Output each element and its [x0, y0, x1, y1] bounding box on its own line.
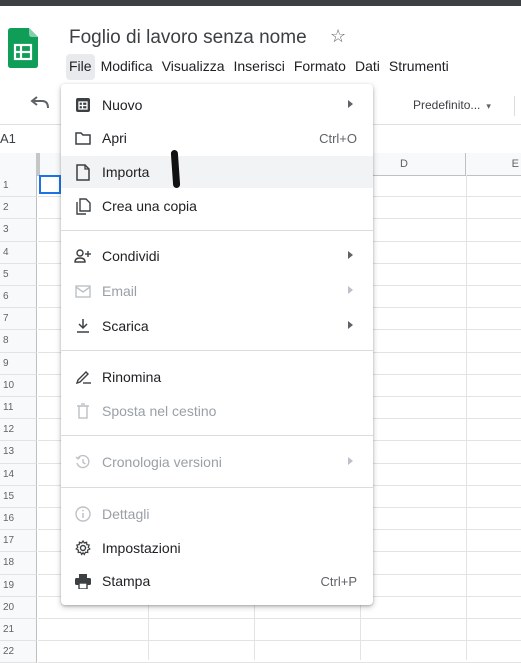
submenu-arrow-icon — [348, 457, 353, 465]
row-header[interactable]: 20 — [0, 596, 37, 619]
menu-item-stampa[interactable]: Stampa Ctrl+P — [61, 565, 373, 597]
menu-separator — [61, 435, 373, 436]
star-icon[interactable]: ☆ — [330, 26, 346, 47]
menu-item-sposta-nel-cestino[interactable]: Sposta nel cestino — [61, 395, 373, 427]
menu-modifica[interactable]: Modifica — [98, 54, 156, 80]
row-header[interactable]: 9 — [0, 352, 37, 375]
menu-item-condividi[interactable]: Condividi — [61, 240, 373, 272]
window-top-border — [0, 0, 521, 6]
menu-item-label: Dettagli — [102, 506, 150, 522]
chevron-down-icon: ▾ — [486, 101, 491, 111]
row-header[interactable]: 3 — [0, 219, 37, 242]
menu-item-nuovo[interactable]: Nuovo — [61, 89, 373, 121]
file-menu-dropdown: Nuovo Apri Ctrl+O Importa Crea una copia… — [61, 84, 373, 605]
row-header[interactable]: 15 — [0, 485, 37, 508]
submenu-arrow-icon — [348, 100, 353, 108]
menu-item-crea-una-copia[interactable]: Crea una copia — [61, 190, 373, 222]
row-header[interactable]: 19 — [0, 574, 37, 597]
row-header[interactable]: 1 — [0, 175, 37, 198]
menu-inserisci[interactable]: Inserisci — [230, 54, 287, 80]
row-header[interactable]: 13 — [0, 441, 37, 464]
row-header[interactable]: 5 — [0, 263, 37, 286]
menu-strumenti[interactable]: Strumenti — [386, 54, 452, 80]
submenu-arrow-icon — [348, 321, 353, 329]
font-select-value: Predefinito... — [413, 98, 481, 112]
copy-icon — [74, 197, 92, 215]
menu-separator — [61, 487, 373, 488]
folder-icon — [74, 129, 92, 147]
row-header[interactable]: 16 — [0, 508, 37, 531]
rename-icon — [74, 368, 92, 386]
column-header-d[interactable]: D — [360, 153, 466, 175]
menu-item-dettagli[interactable]: Dettagli — [61, 498, 373, 530]
row-header[interactable]: 11 — [0, 397, 37, 420]
email-icon — [74, 282, 92, 300]
menu-item-label: Stampa — [102, 573, 151, 589]
menu-item-cronologia-versioni[interactable]: Cronologia versioni — [61, 446, 373, 478]
download-icon — [74, 317, 92, 335]
submenu-arrow-icon — [348, 286, 353, 294]
toolbar-divider — [514, 96, 515, 116]
menu-item-label: Impostazioni — [102, 540, 181, 556]
share-person-icon — [74, 247, 92, 265]
font-select[interactable]: Predefinito... ▾ — [413, 98, 491, 112]
menu-dati[interactable]: Dati — [352, 54, 383, 80]
menu-item-impostazioni[interactable]: Impostazioni — [61, 532, 373, 564]
row-header[interactable]: 10 — [0, 374, 37, 397]
menu-separator — [61, 230, 373, 231]
menu-item-label: Condividi — [102, 248, 160, 264]
row-header[interactable]: 6 — [0, 286, 37, 309]
selected-cell-a1[interactable] — [39, 175, 61, 194]
menu-item-scarica[interactable]: Scarica — [61, 310, 373, 342]
history-icon — [74, 453, 92, 471]
file-icon — [74, 163, 92, 181]
menu-item-apri[interactable]: Apri Ctrl+O — [61, 122, 373, 154]
menu-item-label: Scarica — [102, 318, 149, 334]
trash-icon — [74, 402, 92, 420]
menu-item-label: Sposta nel cestino — [102, 403, 217, 419]
column-header-e[interactable]: E — [466, 153, 521, 175]
menu-visualizza[interactable]: Visualizza — [159, 54, 228, 80]
menu-formato[interactable]: Formato — [291, 54, 349, 80]
menu-item-importa[interactable]: Importa — [61, 156, 373, 188]
gear-icon — [74, 539, 92, 557]
menu-separator — [61, 350, 373, 351]
row-header[interactable]: 17 — [0, 530, 37, 553]
shortcut-label: Ctrl+P — [320, 574, 357, 589]
menu-item-label: Email — [102, 283, 138, 299]
shortcut-label: Ctrl+O — [319, 131, 357, 146]
menu-item-label: Rinomina — [102, 369, 162, 385]
menu-item-label: Crea una copia — [102, 198, 197, 214]
document-title[interactable]: Foglio di lavoro senza nome — [69, 27, 307, 49]
row-header[interactable]: 21 — [0, 619, 37, 642]
menu-item-label: Nuovo — [102, 97, 143, 113]
menu-item-email[interactable]: Email — [61, 275, 373, 307]
name-box[interactable]: A1 — [0, 131, 16, 146]
row-header[interactable]: 2 — [0, 197, 37, 220]
select-all-corner[interactable] — [0, 153, 40, 175]
row-gridline — [38, 640, 521, 642]
google-sheets-logo-icon[interactable] — [8, 28, 38, 68]
menu-item-label: Apri — [102, 130, 127, 146]
row-header[interactable]: 8 — [0, 330, 37, 353]
info-icon — [74, 505, 92, 523]
submenu-arrow-icon — [348, 251, 353, 259]
new-spreadsheet-icon — [74, 96, 92, 114]
row-header[interactable]: 4 — [0, 241, 37, 264]
row-header[interactable]: 14 — [0, 463, 37, 486]
menu-item-label: Cronologia versioni — [102, 454, 222, 470]
menu-item-rinomina[interactable]: Rinomina — [61, 361, 373, 393]
menu-bar: File Modifica Visualizza Inserisci Forma… — [66, 54, 455, 80]
menu-item-label: Importa — [102, 164, 150, 180]
row-header[interactable]: 18 — [0, 552, 37, 575]
row-header[interactable]: 12 — [0, 419, 37, 442]
undo-icon[interactable] — [30, 94, 50, 115]
print-icon — [74, 572, 92, 590]
menu-file[interactable]: File — [66, 54, 95, 80]
row-gridline — [38, 618, 521, 619]
row-header[interactable]: 7 — [0, 308, 37, 331]
